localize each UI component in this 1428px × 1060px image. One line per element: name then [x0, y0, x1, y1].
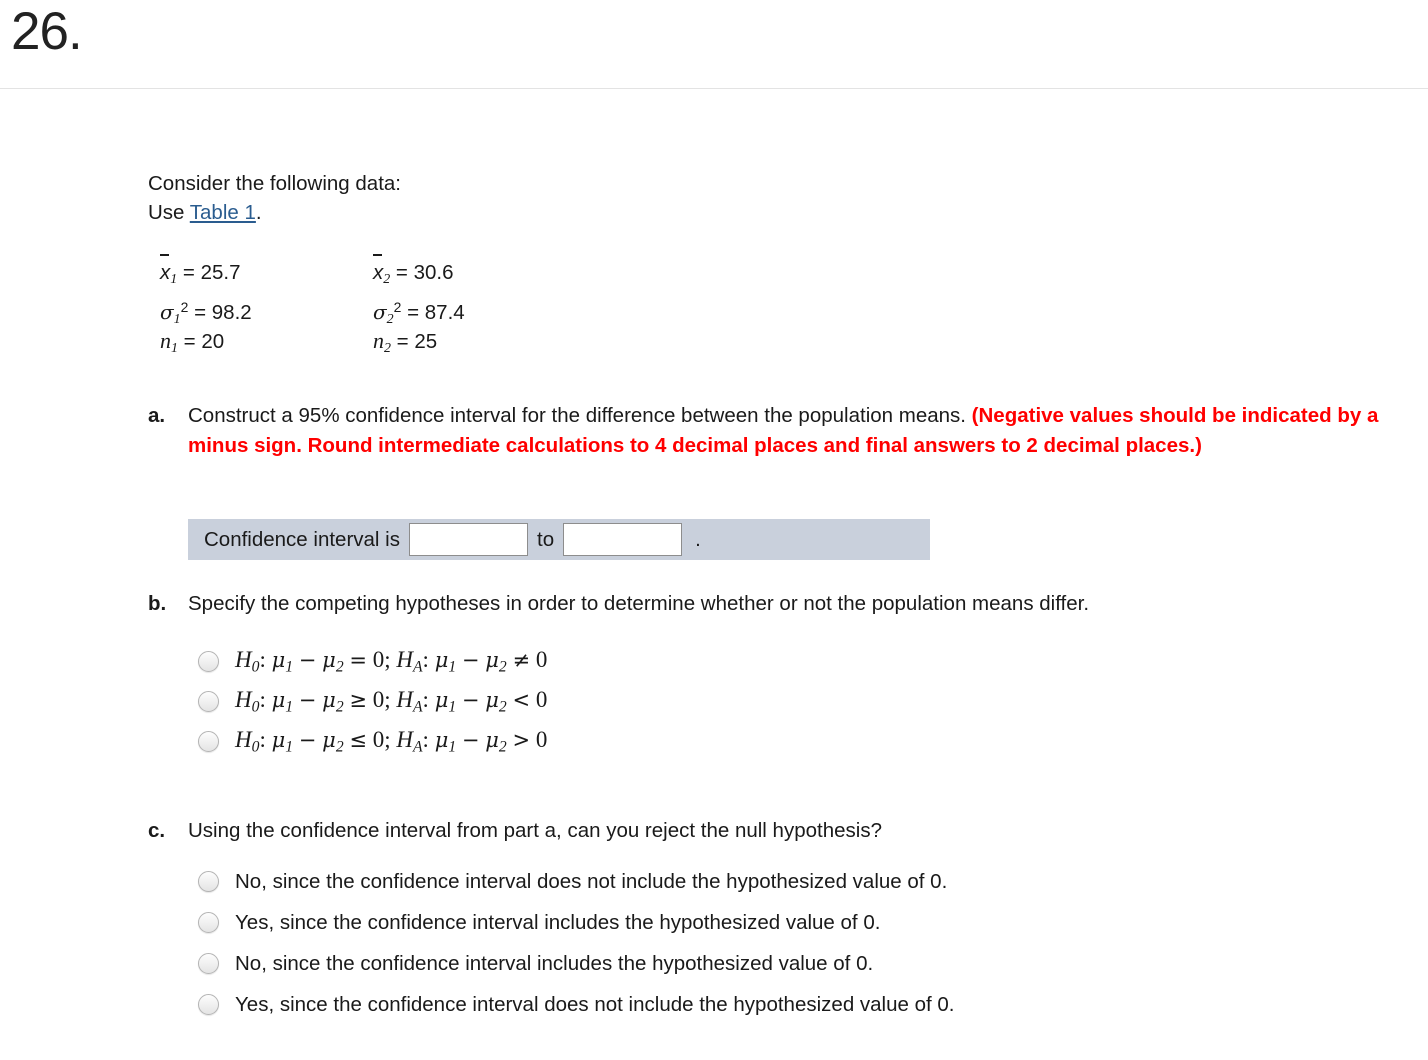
sigma2-value: = 87.4: [407, 301, 465, 325]
radio-button-icon[interactable]: [198, 691, 219, 712]
radio-button-icon[interactable]: [198, 651, 219, 672]
sample-data-block: x1 = 25.7 x2 = 30.6 σ12 = 98.2 σ22 = 87.4 …: [160, 254, 465, 358]
question-header: 26.: [0, 0, 1428, 89]
hypothesis-option-1-label: H0: μ1 − μ2 = 0; HA: μ1 − μ2 ≠ 0: [235, 646, 548, 676]
intro-text: Consider the following data: Use Table 1…: [148, 169, 401, 227]
xbar2-subscript: 2: [383, 271, 391, 287]
reject-option-1[interactable]: No, since the confidence interval does n…: [198, 867, 955, 896]
data-row-variances: σ12 = 98.2 σ22 = 87.4: [160, 290, 465, 327]
data-row-means: x1 = 25.7 x2 = 30.6: [160, 254, 465, 290]
part-a-prompt: Construct a 95% confidence interval for …: [188, 404, 972, 427]
n2-value: = 25: [396, 330, 438, 353]
hypothesis-option-1[interactable]: H0: μ1 − μ2 = 0; HA: μ1 − μ2 ≠ 0: [198, 647, 547, 676]
confidence-interval-label: Confidence interval is: [204, 527, 400, 551]
radio-button-icon[interactable]: [198, 953, 219, 974]
xbar-symbol: x: [373, 254, 383, 290]
confidence-interval-answer-row: Confidence interval is to .: [188, 519, 930, 560]
hypothesis-alt-operator-2: <: [512, 687, 531, 712]
hypothesis-options-list: H0: μ1 − μ2 = 0; HA: μ1 − μ2 ≠ 0 H0: μ1 …: [198, 647, 547, 767]
hypothesis-null-operator-3: ≤: [349, 727, 367, 752]
n-symbol: n: [160, 328, 171, 353]
confidence-interval-period: .: [695, 527, 701, 551]
part-c-letter: c.: [148, 819, 166, 842]
part-b-letter: b.: [148, 592, 167, 615]
hypothesis-option-2-label: H0: μ1 − μ2 ≥ 0; HA: μ1 − μ2 < 0: [235, 686, 548, 716]
sigma1-value: = 98.2: [194, 301, 252, 325]
use-prefix: Use: [148, 201, 190, 224]
hypothesis-alt-value-1: 0: [535, 646, 548, 672]
question-number: 26.: [11, 2, 83, 61]
data-cell-n2: n2 = 25: [373, 324, 437, 366]
sigma2-superscript: 2: [393, 299, 402, 315]
hypothesis-null-operator-2: ≥: [349, 687, 367, 712]
hypothesis-option-2[interactable]: H0: μ1 − μ2 ≥ 0; HA: μ1 − μ2 < 0: [198, 687, 547, 716]
hypothesis-alt-operator-1: ≠: [512, 647, 531, 672]
part-b-text: Specify the competing hypotheses in orde…: [188, 592, 1090, 615]
confidence-interval-upper-input[interactable]: [563, 523, 683, 556]
reject-option-3[interactable]: No, since the confidence interval includ…: [198, 949, 955, 978]
n1-subscript: 1: [171, 340, 178, 356]
xbar1-subscript: 1: [170, 271, 178, 287]
part-c-text: Using the confidence interval from part …: [188, 819, 882, 842]
reject-option-1-label: No, since the confidence interval does n…: [235, 869, 948, 893]
part-b: b. Specify the competing hypotheses in o…: [148, 589, 1404, 619]
reject-option-3-label: No, since the confidence interval includ…: [235, 951, 874, 975]
sigma-symbol: σ: [373, 300, 387, 325]
hypothesis-alt-value-3: 0: [535, 726, 548, 752]
reject-option-4[interactable]: Yes, since the confidence interval does …: [198, 990, 955, 1019]
confidence-interval-lower-input[interactable]: [409, 523, 528, 556]
radio-button-icon[interactable]: [198, 731, 219, 752]
use-suffix: .: [255, 201, 262, 224]
part-a: a. Construct a 95% confidence interval f…: [148, 401, 1404, 460]
sigma1-superscript: 2: [180, 299, 189, 315]
xbar-symbol: x: [160, 254, 170, 290]
data-cell-n1: n1 = 20: [160, 324, 373, 366]
n2-subscript: 2: [384, 340, 391, 356]
hypothesis-null-value-3: 0: [372, 726, 385, 752]
hypothesis-null-operator-1: =: [349, 647, 367, 672]
reject-option-4-label: Yes, since the confidence interval does …: [235, 992, 955, 1016]
confidence-interval-between-label: to: [537, 527, 555, 551]
part-a-text: Construct a 95% confidence interval for …: [188, 401, 1404, 460]
radio-button-icon[interactable]: [198, 994, 219, 1015]
radio-button-icon[interactable]: [198, 912, 219, 933]
hypothesis-option-3-label: H0: μ1 − μ2 ≤ 0; HA: μ1 − μ2 > 0: [235, 726, 548, 756]
hypothesis-null-value-1: 0: [372, 646, 385, 672]
n1-value: = 20: [183, 330, 225, 353]
intro-line-1: Consider the following data:: [148, 172, 401, 195]
xbar1-value: = 25.7: [182, 261, 241, 284]
reject-options-list: No, since the confidence interval does n…: [198, 867, 955, 1031]
table-1-link[interactable]: Table 1: [190, 201, 256, 224]
hypothesis-option-3[interactable]: H0: μ1 − μ2 ≤ 0; HA: μ1 − μ2 > 0: [198, 727, 547, 756]
xbar2-value: = 30.6: [395, 261, 454, 284]
reject-option-2[interactable]: Yes, since the confidence interval inclu…: [198, 908, 955, 937]
header-divider: [0, 88, 1428, 89]
hypothesis-alt-value-2: 0: [535, 686, 548, 712]
data-row-sizes: n1 = 20 n2 = 25: [160, 324, 465, 358]
reject-option-2-label: Yes, since the confidence interval inclu…: [235, 910, 881, 934]
part-a-letter: a.: [148, 404, 166, 427]
n-symbol: n: [373, 328, 384, 353]
intro-line-2: Use Table 1.: [148, 198, 401, 227]
hypothesis-alt-operator-3: >: [512, 727, 531, 752]
sigma-symbol: σ: [160, 300, 174, 325]
hypothesis-null-value-2: 0: [372, 686, 385, 712]
radio-button-icon[interactable]: [198, 871, 219, 892]
part-c: c. Using the confidence interval from pa…: [148, 816, 1404, 846]
